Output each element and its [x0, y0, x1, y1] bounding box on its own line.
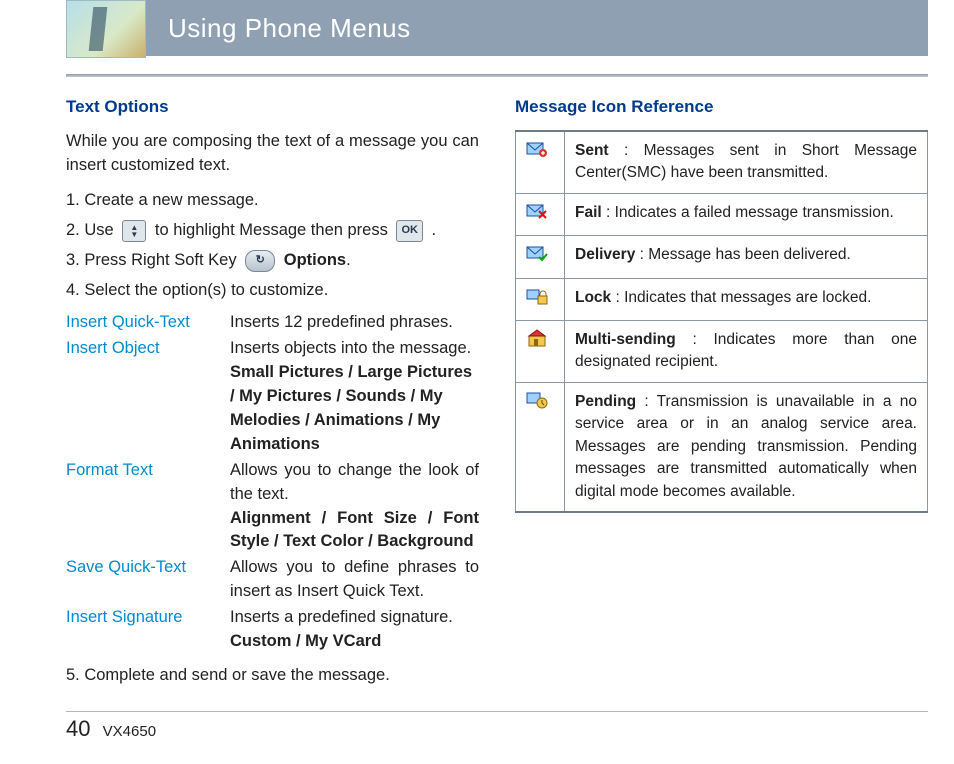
step-1: 1. Create a new message. — [66, 189, 479, 213]
sep: : — [611, 289, 624, 306]
lock-icon — [526, 287, 548, 305]
opt-insert-quicktext-label: Insert Quick-Text — [66, 311, 230, 335]
multi-desc: Multi-sending : Indicates more than one … — [565, 320, 928, 382]
opt-format-text-label: Format Text — [66, 459, 230, 555]
step-3-text-a: 3. Press Right Soft Key — [66, 251, 241, 269]
header-title: Using Phone Menus — [146, 0, 928, 56]
nav-key-icon: ▲▼ — [122, 220, 146, 242]
text-options-intro: While you are composing the text of a me… — [66, 130, 479, 178]
footer-rule — [66, 711, 928, 712]
sep: : — [676, 331, 714, 348]
multi-term: Multi-sending — [575, 331, 676, 348]
ok-key-icon: OK — [396, 220, 423, 242]
delivery-term: Delivery — [575, 246, 635, 263]
fail-desc: Fail : Indicates a failed message transm… — [565, 193, 928, 235]
opt-format-text-desc-text: Allows you to change the look of the tex… — [230, 461, 479, 503]
opt-insert-object-desc-bold: Small Pictures / Large Pictures / My Pic… — [230, 363, 472, 453]
pending-term: Pending — [575, 393, 636, 410]
opt-format-text-desc: Allows you to change the look of the tex… — [230, 459, 479, 555]
step-3-bold: Options — [284, 251, 346, 269]
sep: : — [602, 204, 615, 221]
sent-term: Sent — [575, 142, 609, 159]
left-column: Text Options While you are composing the… — [66, 91, 479, 694]
step-3: 3. Press Right Soft Key ↻ Options. — [66, 249, 479, 273]
icon-ref-heading: Message Icon Reference — [515, 95, 928, 120]
manual-page: Using Phone Menus Text Options While you… — [0, 0, 954, 764]
table-row: Lock : Indicates that messages are locke… — [516, 278, 928, 320]
delivery-desc: Delivery : Message has been delivered. — [565, 236, 928, 278]
pending-icon — [526, 391, 548, 409]
opt-insert-signature-desc: Inserts a predefined signature. Custom /… — [230, 606, 479, 654]
opt-insert-signature-desc-bold: Custom / My VCard — [230, 632, 381, 650]
header-image — [66, 0, 146, 58]
opt-insert-object-label: Insert Object — [66, 337, 230, 457]
options-list: Insert Quick-Text Inserts 12 predefined … — [66, 311, 479, 654]
lock-text: Indicates that messages are locked. — [624, 289, 871, 306]
pending-desc: Pending : Transmission is unavailable in… — [565, 382, 928, 512]
opt-insert-signature-label: Insert Signature — [66, 606, 230, 654]
step-2-text-b: to highlight Message then press — [155, 221, 393, 239]
multi-icon — [526, 329, 548, 347]
fail-icon — [526, 202, 548, 220]
sent-icon — [526, 140, 548, 158]
page-header: Using Phone Menus — [66, 0, 928, 56]
opt-insert-object-desc: Inserts objects into the message. Small … — [230, 337, 479, 457]
delivery-icon — [526, 244, 548, 262]
soft-key-icon: ↻ — [245, 250, 275, 272]
opt-insert-signature-desc-text: Inserts a predefined signature. — [230, 608, 453, 626]
table-row: Multi-sending : Indicates more than one … — [516, 320, 928, 382]
opt-insert-quicktext-desc: Inserts 12 predefined phrases. — [230, 311, 479, 335]
fail-text: Indicates a failed message transmission. — [615, 204, 894, 221]
sep: : — [636, 393, 657, 410]
page-number: 40 — [66, 716, 90, 741]
table-row: Fail : Indicates a failed message transm… — [516, 193, 928, 235]
text-options-heading: Text Options — [66, 95, 479, 120]
step-2-text-c: . — [432, 221, 437, 239]
sent-desc: Sent : Messages sent in Short Message Ce… — [565, 131, 928, 193]
table-row: Pending : Transmission is unavailable in… — [516, 382, 928, 512]
icon-ref-table: Sent : Messages sent in Short Message Ce… — [515, 130, 928, 514]
sep: : — [609, 142, 644, 159]
opt-save-quicktext-label: Save Quick-Text — [66, 556, 230, 604]
opt-insert-object-desc-text: Inserts objects into the message. — [230, 339, 471, 357]
right-column: Message Icon Reference Sent : Messages s… — [515, 91, 928, 694]
header-rule — [66, 74, 928, 77]
model-number: VX4650 — [103, 723, 156, 740]
step-2: 2. Use ▲▼ to highlight Message then pres… — [66, 219, 479, 243]
delivery-text: Message has been delivered. — [648, 246, 851, 263]
table-row: Delivery : Message has been delivered. — [516, 236, 928, 278]
lock-term: Lock — [575, 289, 611, 306]
step-4: 4. Select the option(s) to customize. — [66, 279, 479, 303]
table-row: Sent : Messages sent in Short Message Ce… — [516, 131, 928, 193]
opt-format-text-desc-bold: Alignment / Font Size / Font Style / Tex… — [230, 509, 479, 551]
opt-save-quicktext-desc: Allows you to define phrases to insert a… — [230, 556, 479, 604]
lock-desc: Lock : Indicates that messages are locke… — [565, 278, 928, 320]
sep: : — [635, 246, 648, 263]
page-footer: 40 VX4650 — [66, 716, 156, 742]
step-5: 5. Complete and send or save the message… — [66, 664, 479, 688]
fail-term: Fail — [575, 204, 602, 221]
step-3-text-c: . — [346, 251, 351, 269]
step-2-text-a: 2. Use — [66, 221, 118, 239]
